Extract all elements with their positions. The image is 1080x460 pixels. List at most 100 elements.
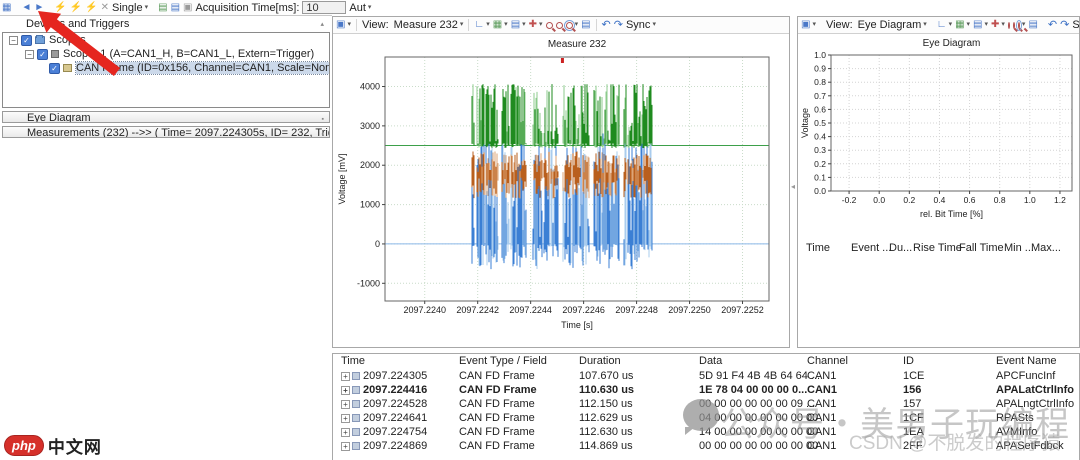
restore-view-icon[interactable]: ▣	[801, 20, 810, 30]
chevron-down-icon[interactable]: ▾	[368, 3, 372, 13]
table-row[interactable]: +2097.224305CAN FD Frame107.670 us5D 91 …	[333, 369, 1079, 383]
tree-item-label[interactable]: Scope_1 (A=CAN1_H, B=CAN1_L, Extern=Trig…	[63, 48, 314, 60]
eye-result-column-header[interactable]: Fall Time	[959, 242, 1004, 254]
column-header[interactable]: Channel	[807, 355, 848, 367]
table-row[interactable]: +2097.224754CAN FD Frame112.630 us14 00 …	[333, 425, 1079, 439]
auto-mode-select[interactable]: Aut	[349, 2, 366, 14]
undo-icon[interactable]: ↶	[1048, 20, 1057, 30]
column-header[interactable]: Event Name	[996, 355, 1057, 367]
eye-result-column-header[interactable]: Du...	[889, 242, 912, 254]
eye-diagram-section-bar[interactable]: Eye Diagram ▪	[2, 111, 330, 123]
export-data-icon[interactable]: ▤	[158, 3, 167, 13]
chevron-down-icon[interactable]: ▾	[967, 20, 971, 30]
eye-result-column-header[interactable]: Time	[806, 242, 830, 254]
chevron-down-icon[interactable]: ▾	[145, 3, 149, 13]
checkbox-checked-icon[interactable]: ✓	[21, 35, 32, 46]
undo-icon[interactable]: ↶	[602, 20, 611, 30]
chevron-down-icon[interactable]: ▾	[575, 20, 579, 30]
expand-row-icon[interactable]: +	[341, 400, 350, 409]
chevron-down-icon[interactable]: ▾	[522, 20, 526, 30]
column-header[interactable]: Duration	[579, 355, 621, 367]
zoom-window-icon[interactable]	[1018, 22, 1020, 29]
chevron-down-icon[interactable]: ▾	[812, 20, 816, 30]
sync-button[interactable]: Sync	[626, 19, 650, 31]
abort-icon[interactable]: ✕	[101, 3, 109, 13]
section-marker-icon[interactable]: ▪	[322, 114, 324, 123]
eye-result-column-header[interactable]: Max...	[1031, 242, 1061, 254]
restore-view-icon[interactable]: ▣	[336, 20, 345, 30]
sync-button[interactable]: Sync	[1072, 19, 1079, 31]
chevron-down-icon[interactable]: ▾	[949, 20, 953, 30]
copy-view-icon[interactable]: ▤	[1028, 20, 1037, 30]
collapse-icon[interactable]: ▴	[320, 20, 324, 28]
tree-item-scopes[interactable]: − ✓ Scopes	[3, 33, 329, 47]
chevron-down-icon[interactable]: ▾	[539, 20, 543, 30]
eye-result-column-header[interactable]: Rise Time	[913, 242, 962, 254]
tree-item-scope1[interactable]: − ✓ Scope_1 (A=CAN1_H, B=CAN1_L, Extern=…	[3, 47, 329, 61]
measurements-section-bar[interactable]: Measurements (232) -->> ( Time= 2097.224…	[2, 126, 330, 138]
devices-panel-header[interactable]: Devices and Triggers ▴	[2, 18, 330, 31]
chevron-down-icon[interactable]: ▾	[1001, 20, 1005, 30]
collapse-expander-icon[interactable]: −	[25, 50, 34, 59]
redo-icon[interactable]: ↷	[614, 20, 623, 30]
chevron-down-icon[interactable]: ▾	[652, 20, 656, 30]
load-data-icon[interactable]: ▤	[171, 3, 180, 13]
tree-item-label[interactable]: CAN Frame (ID=0x156, Channel=CAN1, Scale…	[76, 62, 330, 74]
chevron-down-icon[interactable]: ▾	[486, 20, 490, 30]
table-row[interactable]: +2097.224869CAN FD Frame114.869 us00 00 …	[333, 439, 1079, 453]
measure-chart[interactable]: Measure 2322097.22402097.22422097.224420…	[333, 35, 789, 350]
zoom-out-icon[interactable]	[556, 22, 563, 29]
expand-row-icon[interactable]: +	[341, 386, 350, 395]
eye-result-column-header[interactable]: Event ...	[851, 242, 891, 254]
trigger-mode-select[interactable]: Single	[112, 2, 143, 14]
axes-setup-icon[interactable]: ∟	[937, 20, 947, 30]
stop-trigger-icon[interactable]: ⚡	[70, 3, 82, 13]
grid-options-icon[interactable]: ▦	[493, 20, 502, 30]
view-select[interactable]: Eye Diagram	[858, 19, 922, 31]
tree-item-label[interactable]: Scopes	[49, 34, 86, 46]
cursor-crosshair-icon[interactable]: ✚	[991, 20, 999, 30]
column-header[interactable]: ID	[903, 355, 914, 367]
windows-layout-icon[interactable]: ▦	[2, 3, 11, 13]
zoom-out-icon[interactable]	[1013, 22, 1015, 29]
column-header[interactable]: Time	[341, 355, 365, 367]
chevron-down-icon[interactable]: ▾	[347, 20, 351, 30]
axes-setup-icon[interactable]: ∟	[474, 20, 484, 30]
zoom-in-icon[interactable]	[546, 22, 553, 29]
previous-measurement-icon[interactable]: ◄	[21, 3, 31, 13]
table-row[interactable]: +2097.224641CAN FD Frame112.629 us04 00 …	[333, 411, 1079, 425]
expand-row-icon[interactable]: +	[341, 428, 350, 437]
next-measurement-icon[interactable]: ►	[34, 3, 44, 13]
zoom-window-icon[interactable]	[566, 22, 573, 29]
tree-item-can-frame[interactable]: ✓ CAN Frame (ID=0x156, Channel=CAN1, Sca…	[3, 61, 329, 75]
chevron-down-icon[interactable]: ▾	[985, 20, 989, 30]
cursor-crosshair-icon[interactable]: ✚	[529, 20, 537, 30]
column-header[interactable]: Event Type / Field	[459, 355, 547, 367]
expand-row-icon[interactable]: +	[341, 414, 350, 423]
table-row[interactable]: +2097.224416CAN FD Frame110.630 us1E 78 …	[333, 383, 1079, 397]
settings-icon[interactable]: ▣	[183, 3, 192, 13]
export-image-icon[interactable]: ▤	[973, 20, 982, 30]
chevron-down-icon[interactable]: ▾	[460, 20, 464, 30]
start-trigger-icon[interactable]: ⚡	[54, 3, 66, 13]
export-image-icon[interactable]: ▤	[511, 20, 520, 30]
chevron-down-icon[interactable]: ▾	[504, 20, 508, 30]
chevron-down-icon[interactable]: ▾	[923, 20, 927, 30]
view-select[interactable]: Measure 232	[394, 19, 458, 31]
table-row[interactable]: +2097.224528CAN FD Frame112.150 us00 00 …	[333, 397, 1079, 411]
copy-view-icon[interactable]: ▤	[581, 20, 590, 30]
checkbox-checked-icon[interactable]: ✓	[49, 63, 60, 74]
expand-row-icon[interactable]: +	[341, 442, 350, 451]
section-marker-icon[interactable]: ▪	[322, 129, 324, 138]
checkbox-checked-icon[interactable]: ✓	[37, 49, 48, 60]
force-trigger-icon[interactable]: ⚡	[85, 3, 97, 13]
splitter-handle[interactable]: ◂	[791, 182, 795, 191]
eye-diagram-chart[interactable]: Eye Diagram-0.20.00.20.40.60.81.01.20.00…	[798, 35, 1079, 243]
collapse-expander-icon[interactable]: −	[9, 36, 18, 45]
acquisition-time-input[interactable]	[302, 1, 346, 14]
zoom-in-icon[interactable]	[1008, 22, 1010, 29]
expand-row-icon[interactable]: +	[341, 372, 350, 381]
eye-result-column-header[interactable]: Min ...	[1004, 242, 1034, 254]
grid-options-icon[interactable]: ▦	[955, 20, 964, 30]
column-header[interactable]: Data	[699, 355, 722, 367]
